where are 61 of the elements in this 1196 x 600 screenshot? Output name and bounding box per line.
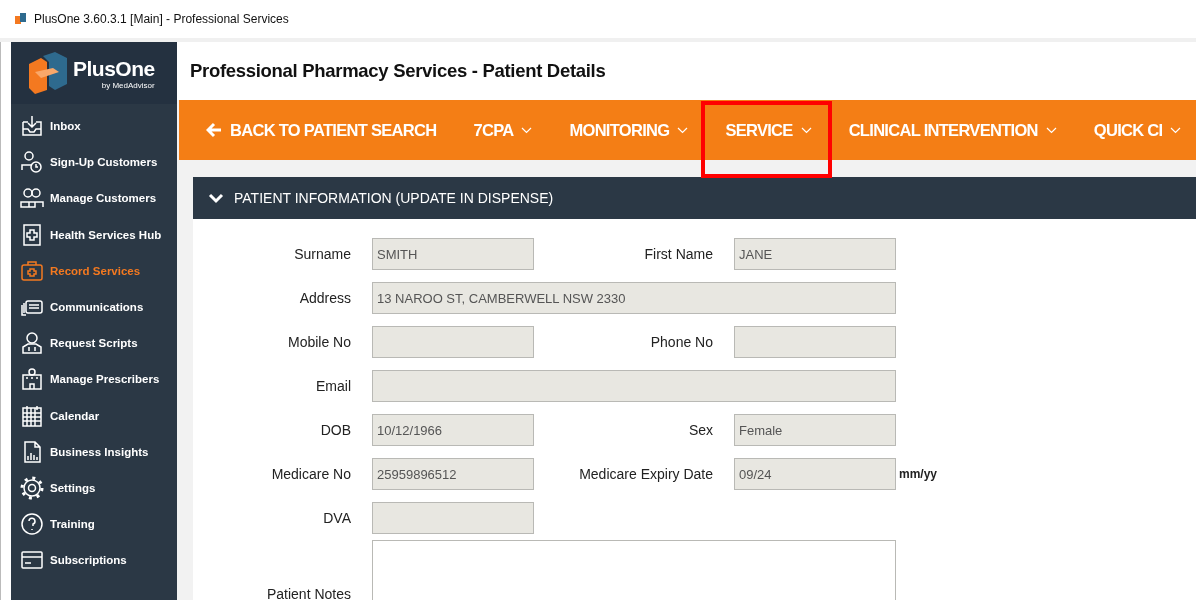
plus-square-icon — [20, 222, 44, 247]
doctor-icon — [20, 331, 44, 356]
input-field[interactable] — [372, 370, 896, 402]
input-field[interactable]: Female — [734, 414, 896, 446]
sidebar-item[interactable]: Settings — [11, 469, 177, 507]
sidebar-item[interactable]: Record Services — [11, 252, 177, 289]
notes-box[interactable] — [372, 540, 896, 600]
field-label: DOB — [319, 422, 351, 438]
person-clock-icon — [20, 150, 44, 175]
chevron-down-icon — [1170, 126, 1182, 134]
input-field[interactable]: SMITH — [372, 238, 534, 270]
input-field[interactable] — [734, 326, 896, 358]
field-label: First Name — [643, 246, 713, 262]
field-label: Patient Notes — [265, 585, 351, 600]
medical-kit-icon — [20, 258, 44, 283]
field-label: Medicare Expiry Date — [578, 466, 713, 482]
chevron-down-icon — [521, 126, 533, 134]
panel-title: PATIENT INFORMATION (UPDATE IN DISPENSE) — [234, 190, 554, 206]
calendar-icon — [20, 403, 44, 428]
sidebar-item[interactable]: Subscriptions — [11, 542, 177, 579]
hospital-icon — [20, 367, 44, 392]
settings-icon — [20, 475, 44, 500]
input-field[interactable]: 13 NAROO ST, CAMBERWELL NSW 2330 — [372, 282, 896, 314]
brand-name: PlusOne — [73, 56, 155, 81]
chevron-down-icon — [800, 126, 812, 134]
chevron-down-icon — [1045, 126, 1057, 134]
sidebar-item[interactable]: Manage Prescribers — [11, 361, 177, 398]
field-label: Medicare No — [270, 466, 351, 482]
sidebar-item[interactable]: Health Services Hub — [11, 216, 177, 253]
arrow-left-icon — [206, 122, 222, 138]
field-label: DVA — [322, 510, 351, 526]
field-label: Email — [315, 378, 351, 394]
field-label: Mobile No — [286, 334, 351, 350]
input-field[interactable] — [372, 326, 534, 358]
input-field[interactable]: 25959896512 — [372, 458, 534, 490]
input-field[interactable] — [372, 502, 534, 534]
input-field[interactable]: JANE — [734, 238, 896, 270]
field-hint: mm/yy — [899, 467, 939, 481]
app-logo-icon — [14, 12, 28, 26]
input-field[interactable]: 10/12/1966 — [372, 414, 534, 446]
field-label: Address — [298, 290, 351, 306]
field-label: Sex — [687, 422, 713, 438]
sidebar-item[interactable]: Training — [11, 506, 177, 543]
window-title: PlusOne 3.60.3.1 [Main] - Professional Services — [34, 12, 289, 26]
inbox-icon — [20, 114, 44, 139]
sidebar-item[interactable]: Calendar — [11, 397, 177, 434]
page-title: Professional Pharmacy Services - Patient Details — [177, 42, 1196, 100]
chevron-down-icon — [677, 126, 689, 134]
sidebar-item[interactable]: Sign-Up Customers — [11, 144, 177, 181]
sidebar-item[interactable]: Manage Customers — [11, 180, 177, 217]
people-icon — [20, 186, 44, 211]
field-label: Phone No — [649, 334, 713, 350]
sidebar-item[interactable]: Inbox — [11, 108, 177, 145]
field-label: Surname — [293, 246, 351, 262]
input-field[interactable]: 09/24 — [734, 458, 896, 490]
help-icon — [20, 512, 44, 537]
brand-tagline: by MedAdvisor — [101, 80, 155, 90]
sidebar-item[interactable]: Business Insights — [11, 433, 177, 470]
sidebar-item[interactable]: Request Scripts — [11, 325, 177, 362]
sidebar-item[interactable]: Communications — [11, 288, 177, 326]
panel-header[interactable]: PATIENT INFORMATION (UPDATE IN DISPENSE) — [193, 177, 1196, 219]
